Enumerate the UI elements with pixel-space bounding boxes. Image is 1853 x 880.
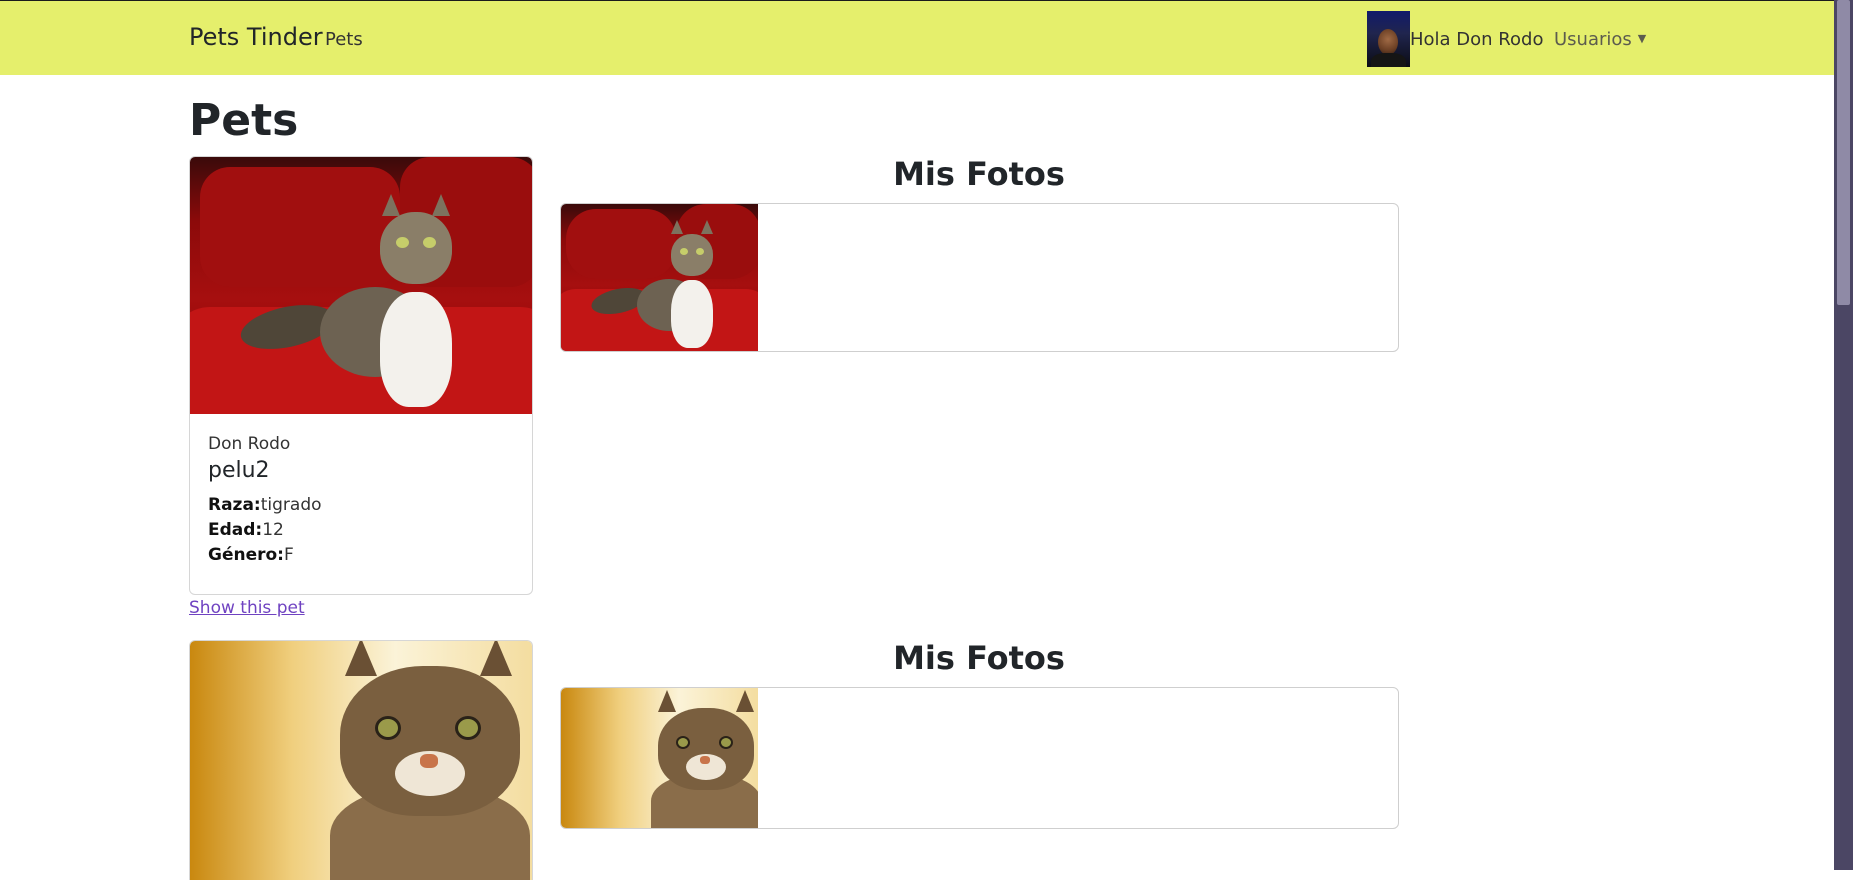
age-value: 12	[262, 520, 284, 540]
page-scrollbar[interactable]	[1834, 0, 1853, 870]
pet-owner: Don Rodo	[208, 434, 291, 454]
photos-title: Mis Fotos	[893, 639, 1065, 677]
nav-link-pets[interactable]: Pets	[325, 29, 363, 50]
pet-age: Edad:12	[208, 520, 514, 540]
pet-breed: Raza:tigrado	[208, 495, 514, 515]
user-greeting: Hola Don Rodo	[1410, 29, 1544, 50]
gender-label: Género:	[208, 545, 284, 565]
pet-card: Don Rodo pelu2 Raza:tigrado Edad:12 Géne…	[189, 156, 533, 595]
avatar-face	[1378, 29, 1398, 55]
pet-gender: Género:F	[208, 545, 514, 565]
users-dropdown-toggle[interactable]: Usuarios ▼	[1554, 29, 1646, 50]
photo-gallery	[560, 203, 1399, 352]
user-avatar	[1367, 11, 1410, 67]
pet-photo	[190, 157, 532, 414]
breed-label: Raza:	[208, 495, 261, 515]
gender-value: F	[283, 545, 294, 565]
gallery-photo[interactable]	[561, 204, 758, 351]
photos-title: Mis Fotos	[893, 155, 1065, 193]
show-pet-link[interactable]: Show this pet	[189, 598, 305, 618]
pet-name: pelu2	[208, 458, 270, 483]
scrollbar-thumb[interactable]	[1837, 0, 1850, 305]
pet-card	[189, 640, 533, 880]
breed-value: tigrado	[260, 495, 322, 515]
gallery-photo[interactable]	[561, 688, 758, 828]
users-dropdown-label: Usuarios	[1554, 29, 1632, 50]
pet-photo	[190, 641, 532, 880]
avatar-body	[1371, 53, 1406, 67]
page-title: Pets	[189, 95, 299, 146]
navbar: Pets Tinder Pets Hola Don Rodo Usuarios ▼	[0, 0, 1834, 75]
age-label: Edad:	[208, 520, 263, 540]
caret-down-icon: ▼	[1637, 32, 1647, 45]
photo-gallery	[560, 687, 1399, 829]
navbar-brand[interactable]: Pets Tinder	[189, 23, 323, 51]
